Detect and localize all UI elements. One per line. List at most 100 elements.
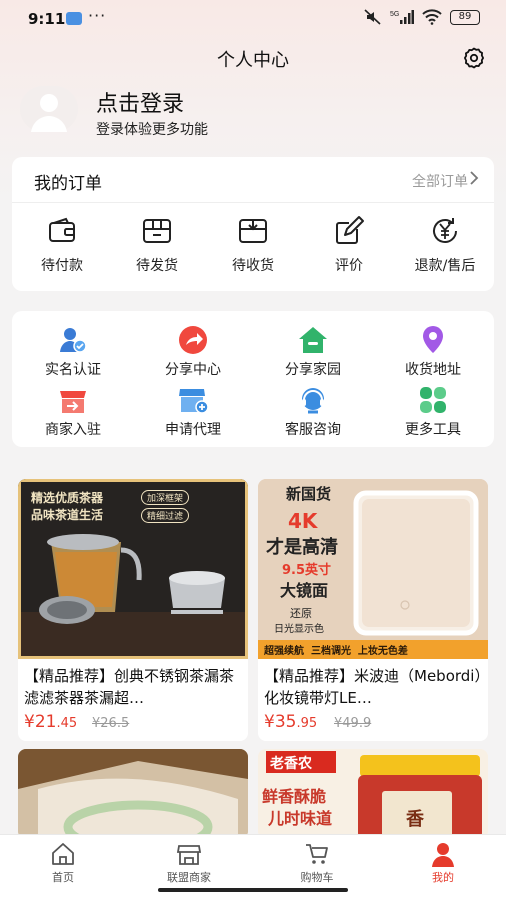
image-caption: 鲜香酥脆	[262, 787, 327, 806]
tab-alliance-merchants[interactable]: 联盟商家	[139, 841, 239, 885]
order-label: 待发货	[136, 258, 178, 274]
cart-icon	[306, 844, 328, 864]
order-label: 评价	[335, 258, 363, 274]
order-label: 待收货	[232, 258, 274, 274]
yen-refund-icon	[433, 218, 457, 243]
product-card[interactable]: 精选优质茶器 品味茶道生活 加深框架 精细过滤 【精品推荐】创典不锈钢茶漏茶滤滤…	[18, 479, 248, 741]
product-name: 【精品推荐】米波迪（Mebordi）化妆镜带灯LE…	[264, 667, 482, 707]
tool-more-tools[interactable]: 更多工具	[378, 385, 488, 439]
tool-share-home[interactable]: 分享家园	[258, 325, 368, 379]
tool-apply-agent[interactable]: 申请代理	[138, 385, 248, 439]
product-card[interactable]: 老香农 鲜香酥脆 儿时味道 香	[258, 749, 488, 839]
tool-label: 收货地址	[405, 362, 461, 378]
home-icon	[52, 843, 74, 865]
status-bar: 9:11 ··· 5G 89	[0, 0, 506, 38]
store-icon	[176, 845, 202, 865]
order-review[interactable]: 评价	[301, 215, 397, 275]
edit-icon	[336, 216, 364, 244]
image-caption: 才是高清	[266, 537, 338, 558]
brand-label: 新国货	[286, 485, 332, 503]
tool-label: 商家入驻	[45, 422, 101, 438]
price-integer: ¥21	[24, 712, 57, 732]
image-caption: 香	[406, 809, 424, 830]
image-caption: 还原	[290, 607, 312, 620]
image-tag: 加深框架	[141, 490, 190, 505]
image-tag: 精细过滤	[141, 508, 190, 523]
tool-label: 实名认证	[45, 362, 101, 378]
location-icon	[423, 326, 443, 353]
house-icon	[299, 327, 327, 353]
product-price: ¥35.95	[264, 712, 317, 732]
price-decimal: .95	[296, 716, 318, 731]
tool-share-center[interactable]: 分享中心	[138, 325, 248, 379]
tools-card: 实名认证 分享中心 分享家园 收货地址 商家入驻 申请代理 客服咨询 更多工具	[12, 311, 494, 447]
product-price: ¥21.45	[24, 712, 77, 732]
image-caption: 日光显示色	[274, 624, 324, 635]
original-price: ¥49.9	[334, 716, 372, 731]
tool-label: 更多工具	[405, 422, 461, 438]
avatar[interactable]	[20, 86, 78, 132]
headset-icon	[302, 388, 324, 414]
shop-icon	[60, 391, 86, 413]
order-to-ship[interactable]: 待发货	[109, 215, 205, 275]
tab-home[interactable]: 首页	[13, 841, 113, 885]
mute-icon	[364, 9, 381, 25]
image-caption: 精选优质茶器	[31, 491, 104, 505]
image-caption: 4K	[288, 509, 318, 533]
tool-real-name-verification[interactable]: 实名认证	[18, 325, 128, 379]
login-link[interactable]: 点击登录	[96, 86, 184, 118]
orders-title: 我的订单	[34, 174, 102, 194]
image-caption: 儿时味道	[268, 809, 333, 828]
order-refund[interactable]: 退款/售后	[397, 215, 493, 275]
chevron-right-icon[interactable]	[468, 169, 480, 187]
jade-bracelet-image	[18, 749, 248, 839]
image-caption: 大镜面	[280, 581, 329, 600]
order-pending-payment[interactable]: 待付款	[14, 215, 110, 275]
settings-icon[interactable]	[462, 46, 486, 70]
tab-cart[interactable]: 购物车	[267, 841, 367, 885]
tab-label: 购物车	[300, 871, 334, 884]
gallery-app-icon	[66, 12, 82, 25]
brand-label: 老香农	[270, 756, 312, 772]
orders-card: 我的订单 全部订单 待付款 待发货 待收货 评价 退款/售后	[12, 157, 494, 291]
original-price: ¥26.5	[92, 716, 130, 731]
price-decimal: .45	[56, 716, 78, 731]
tab-mine[interactable]: 我的	[393, 841, 493, 885]
clover-icon	[420, 387, 446, 413]
orders-header: 我的订单 全部订单	[12, 157, 494, 203]
login-subtitle: 登录体验更多功能	[96, 122, 208, 138]
box-icon	[143, 219, 171, 243]
tool-merchant-join[interactable]: 商家入驻	[18, 385, 128, 439]
tab-label: 首页	[52, 871, 74, 884]
all-orders-link[interactable]: 全部订单	[412, 171, 468, 191]
default-avatar-icon	[31, 94, 67, 132]
tool-shipping-address[interactable]: 收货地址	[378, 325, 488, 379]
tool-label: 申请代理	[165, 422, 221, 438]
tool-customer-service[interactable]: 客服咨询	[258, 385, 368, 439]
image-caption: 品味茶道生活	[31, 508, 104, 522]
page-title: 个人中心	[217, 50, 289, 71]
order-label: 退款/售后	[414, 258, 476, 274]
package-icon	[239, 219, 267, 243]
price-integer: ¥35	[264, 712, 297, 732]
product-card[interactable]: 新国货 4K 才是高清 9.5英寸 大镜面 还原 日光显示色 超强续航 三档调光…	[258, 479, 488, 741]
battery-indicator: 89	[450, 9, 480, 25]
product-name: 【精品推荐】创典不锈钢茶漏茶滤滤茶器茶漏超…	[24, 667, 235, 707]
more-notifications-icon: ···	[88, 6, 107, 25]
tool-label: 分享家园	[285, 362, 341, 378]
user-icon	[432, 843, 454, 867]
order-to-receive[interactable]: 待收货	[205, 215, 301, 275]
home-indicator	[158, 888, 348, 892]
signal-icon: 5G	[390, 10, 414, 24]
tab-label: 联盟商家	[167, 871, 211, 884]
tab-label: 我的	[432, 871, 454, 884]
wallet-icon	[49, 217, 75, 242]
share-icon	[179, 326, 207, 354]
tool-label: 分享中心	[165, 362, 221, 378]
product-card[interactable]	[18, 749, 248, 839]
status-indicators: 5G 89	[364, 9, 480, 25]
product-image: 精选优质茶器 品味茶道生活 加深框架 精细过滤	[18, 479, 248, 659]
wifi-icon	[422, 9, 442, 25]
status-time: 9:11	[28, 10, 66, 28]
product-image: 老香农 鲜香酥脆 儿时味道 香	[258, 749, 488, 839]
